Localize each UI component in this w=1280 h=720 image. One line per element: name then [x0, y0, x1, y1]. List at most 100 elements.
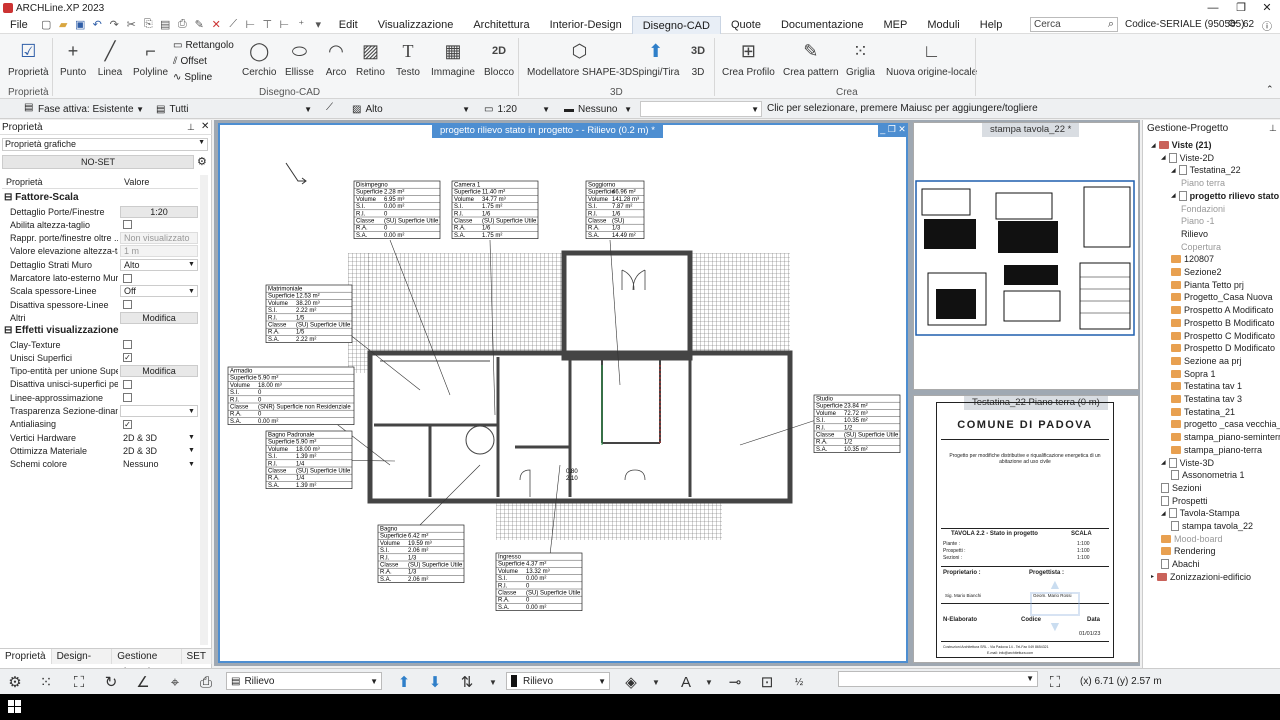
tree-item[interactable]: ◢ Viste-3D: [1161, 457, 1214, 468]
tree-item[interactable]: Assonometria 1: [1171, 470, 1245, 481]
tree-item[interactable]: Testatina tav 3: [1171, 394, 1242, 404]
more-icon[interactable]: ▾: [310, 17, 327, 33]
property-row[interactable]: Tipo-entità per unione SuperficiModifica: [0, 365, 200, 378]
property-row[interactable]: Disattiva spessore-Linee: [0, 298, 200, 311]
nessuno-select[interactable]: ▬ Nessuno ▼: [560, 101, 634, 117]
tree-item[interactable]: Prospetto C Modificato: [1171, 331, 1275, 341]
tree-item[interactable]: Rendering: [1161, 546, 1216, 556]
chevron-down-icon[interactable]: ▼: [482, 672, 504, 692]
settings-gear-icon[interactable]: ⚙: [197, 155, 207, 168]
room-table[interactable]: DisimpegnoSuperficie 2.28 m² Volume 6.95 m³…: [353, 180, 441, 239]
save-icon[interactable]: ▣: [72, 17, 89, 33]
menu-disegno-cad[interactable]: Disegno-CAD: [631, 15, 721, 34]
property-row[interactable]: Scala spessore-Linee Off ▼: [0, 285, 200, 298]
tree-item[interactable]: Rilievo: [1181, 229, 1208, 239]
tab-gestione-sistemi[interactable]: Gestione Sistemi: [112, 649, 182, 678]
section-fattore-scala[interactable]: ⊟ Fattore-Scala: [4, 192, 79, 203]
tree-item[interactable]: Fondazioni: [1181, 204, 1225, 214]
tree-item[interactable]: Abachi: [1161, 559, 1200, 570]
tree-item[interactable]: ◢ Tavola-Stampa: [1161, 508, 1240, 519]
snap-toggle-icon[interactable]: ⊸: [724, 672, 746, 692]
windows-start-icon[interactable]: [8, 700, 21, 713]
up-arrow-icon[interactable]: ⬆: [393, 672, 415, 692]
menu-documentazione[interactable]: Documentazione: [771, 16, 874, 34]
property-value[interactable]: [120, 299, 198, 311]
chevron-down-icon[interactable]: ▼: [645, 672, 667, 692]
tree-item[interactable]: stampa_piano-seminterrat: [1171, 432, 1280, 442]
room-table[interactable]: BagnoSuperficie 6.42 m² Volume 19.59 m³ S.I.…: [377, 524, 465, 583]
pen-nib-icon[interactable]: A: [675, 672, 697, 692]
main-drawing-window[interactable]: progetto rilievo stato in progetto - - R…: [218, 123, 908, 663]
redo-icon[interactable]: ↷: [106, 17, 123, 33]
property-value[interactable]: [120, 339, 198, 351]
tutti-select[interactable]: ▤ Tutti ▼: [152, 101, 314, 117]
properties-combo[interactable]: Proprietà grafiche ▼: [2, 138, 208, 151]
property-value[interactable]: Nessuno: [120, 458, 198, 470]
immagine-button[interactable]: ▦ Immagine: [431, 38, 475, 79]
checkbox[interactable]: [123, 273, 132, 283]
section-effetti[interactable]: ⊟ Effetti visualizzazione: [4, 325, 119, 336]
rotate-icon[interactable]: ↻: [100, 672, 122, 692]
menu-edit[interactable]: Edit: [329, 16, 368, 34]
linea-button[interactable]: ╱ Linea: [97, 38, 123, 79]
room-table[interactable]: MatrimonialeSuperficie 12.53 m² Volume 38.2…: [265, 284, 353, 343]
snap-icon[interactable]: ⊢: [276, 17, 293, 33]
tree-item[interactable]: stampa tavola_22: [1171, 521, 1253, 531]
property-value[interactable]: 2D & 3D: [120, 445, 198, 457]
empty-select[interactable]: ▼: [640, 101, 762, 117]
tree-item[interactable]: ◢ Testatina_22: [1171, 165, 1241, 176]
property-value[interactable]: Off: [120, 285, 198, 298]
checkbox[interactable]: ✓: [123, 419, 132, 429]
expand-icon[interactable]: ◢: [1171, 192, 1176, 199]
property-value[interactable]: [120, 272, 198, 284]
menu-architettura[interactable]: Architettura: [463, 16, 539, 34]
property-value[interactable]: Modifica: [120, 311, 198, 324]
help-icon[interactable]: ⓘ: [1262, 18, 1272, 33]
tree-item[interactable]: Prospetto D Modificato: [1171, 343, 1275, 353]
tree-item[interactable]: Copertura: [1181, 242, 1221, 252]
property-value[interactable]: [120, 405, 198, 417]
tree-item[interactable]: Pianta Tetto prj: [1171, 280, 1244, 290]
menu-interior-design[interactable]: Interior-Design: [540, 16, 632, 34]
print-view-title[interactable]: stampa tavola_22 *: [982, 123, 1080, 137]
tree-item[interactable]: ◢ progetto rilievo stato in p: [1171, 190, 1280, 201]
menu-moduli[interactable]: Moduli: [917, 16, 969, 34]
restore-button[interactable]: ❐: [1228, 0, 1254, 16]
proprieta-button[interactable]: ☑ Proprietà: [8, 38, 49, 79]
cerchio-button[interactable]: ◯ Cerchio: [242, 38, 276, 79]
property-value[interactable]: Non visualizzato: [120, 232, 198, 245]
layer-select[interactable]: ▤ Rilievo ▼: [226, 672, 382, 690]
tree-item[interactable]: Testatina tav 1: [1171, 381, 1242, 391]
room-table[interactable]: ArmadioSuperficie 5.90 m² Volume 18.00 m³ S.…: [227, 366, 355, 425]
print-view-window[interactable]: stampa tavola_22 *: [913, 122, 1139, 390]
retino-button[interactable]: ▨ Retino: [356, 38, 385, 79]
paste-icon[interactable]: ▤: [157, 17, 174, 33]
ellisse-button[interactable]: ⬭ Ellisse: [285, 38, 314, 79]
property-value[interactable]: ✓: [120, 352, 198, 364]
frame-icon[interactable]: ⛶: [68, 672, 90, 692]
spline-button[interactable]: ∿ Spline: [173, 72, 212, 83]
property-value[interactable]: Alto: [120, 258, 198, 271]
print-icon[interactable]: ⎙: [174, 17, 191, 33]
minimize-button[interactable]: —: [1200, 0, 1226, 16]
tab-set[interactable]: SET: [182, 649, 212, 664]
property-row[interactable]: Vertici Hardware 2D & 3D ▼: [0, 431, 200, 444]
property-row[interactable]: Clay-Texture: [0, 338, 200, 351]
noset-button[interactable]: NO-SET: [2, 155, 194, 169]
expand-icon[interactable]: ◢: [1161, 154, 1166, 161]
tree-item[interactable]: progetto _casa vecchia_La: [1171, 419, 1280, 429]
checkbox[interactable]: [123, 340, 132, 349]
property-row[interactable]: Rappr. porte/finestre oltre ... Non visua…: [0, 232, 200, 245]
undo-icon[interactable]: ↶: [89, 17, 106, 33]
polyline-button[interactable]: ⌐ Polyline: [133, 38, 168, 79]
property-row[interactable]: Antialiasing ✓: [0, 418, 200, 431]
tree-item[interactable]: ◢ Viste-2D: [1161, 152, 1214, 163]
tree-item[interactable]: Mood-board: [1161, 534, 1223, 544]
settings-gear-icon[interactable]: ⚙: [4, 672, 26, 692]
hatch-icon[interactable]: ⊤: [259, 17, 276, 33]
zoom-window-icon[interactable]: ⊡: [756, 672, 778, 692]
property-row[interactable]: Dettaglio Strati Muro Alto ▼: [0, 258, 200, 271]
testatina-view-window[interactable]: Testatina_22 Piano terra (0 m) COMUNE DI…: [913, 395, 1139, 663]
dimension-icon[interactable]: ⊢: [242, 17, 259, 33]
property-value[interactable]: [120, 378, 198, 390]
